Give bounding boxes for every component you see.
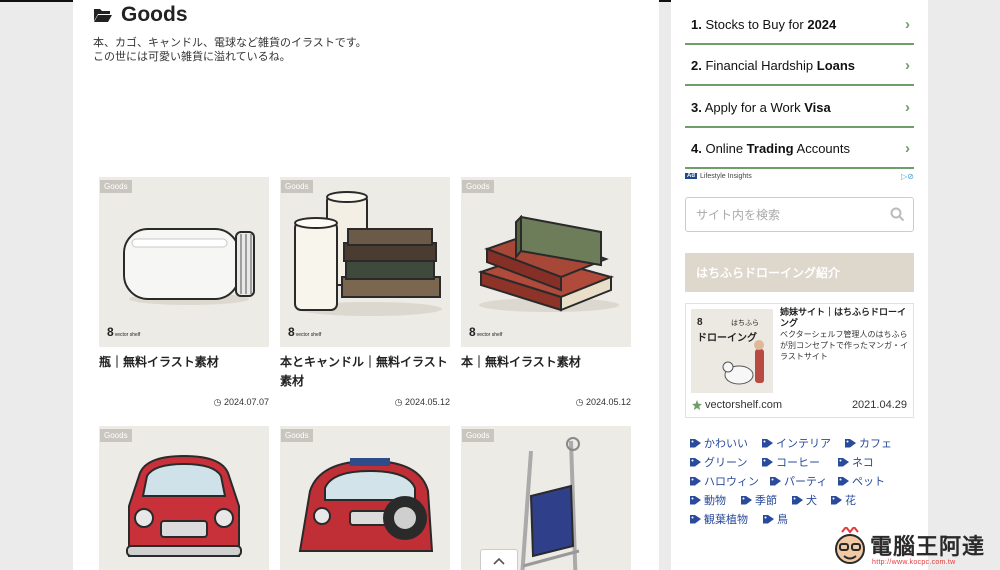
sidebar-heading: はちふらドローイング紹介	[685, 253, 914, 292]
sister-site-date: 2021.04.29	[851, 399, 907, 411]
tag-icon	[831, 496, 842, 505]
brand-logo: 8vector shelf	[288, 325, 322, 339]
post-card[interactable]: Goods 8vector shelf 瓶｜無料イラスト素材 ◷ 2024.07…	[99, 177, 269, 407]
brand-logo: 8vector shelf	[107, 325, 141, 339]
post-card[interactable]: Goods 8vector shelf 本とキャンドル｜無料イラスト素材 ◷ 2…	[280, 177, 450, 407]
watermark-text: 電腦王阿達	[870, 535, 986, 560]
tag-icon	[690, 458, 701, 467]
tag-link[interactable]: 観葉植物	[690, 511, 748, 527]
ad-attribution: Ad Lifestyle Insights ▷⊘	[685, 170, 914, 182]
sister-site-card[interactable]: 8 はちふら ドローイング 姉妹サイト｜はちふらドローイング ベクターシェルフ管…	[685, 303, 914, 418]
tag-icon	[762, 439, 773, 448]
tag-link[interactable]: パーティ	[770, 473, 827, 489]
post-thumbnail[interactable]: Goods 8vector shelf	[99, 177, 269, 347]
tag-link[interactable]: 鳥	[763, 511, 788, 527]
brand-logo: 8vector shelf	[469, 325, 503, 339]
tag-icon	[690, 477, 701, 486]
category-description: 本、カゴ、キャンドル、電球など雑貨のイラストです。 この世には可愛い雑貨に溢れて…	[93, 36, 367, 63]
site-search	[685, 197, 914, 232]
books-illustration	[477, 214, 619, 312]
tag-icon	[792, 496, 803, 505]
chevron-right-icon: ›	[905, 15, 910, 33]
tag-icon	[838, 477, 849, 486]
category-badge[interactable]: Goods	[281, 180, 313, 193]
post-thumbnail[interactable]: Goods	[99, 426, 269, 570]
sister-site-description: ベクターシェルフ管理人のはちふらが別コンセプトで作ったマンガ・イラストサイト	[780, 330, 908, 361]
ranked-link-1[interactable]: 1. Stocks to Buy for 2024 ›	[685, 5, 914, 45]
category-heading: Goods	[121, 3, 188, 26]
post-thumbnail[interactable]: Goods	[280, 426, 450, 570]
tag-icon	[845, 439, 856, 448]
svg-text:はちふら: はちふら	[731, 319, 759, 327]
tag-icon	[762, 458, 773, 467]
tag-link[interactable]: ハロウィン	[690, 473, 759, 489]
post-title[interactable]: 本｜無料イラスト素材	[461, 353, 631, 372]
tag-link[interactable]: ペット	[838, 473, 885, 489]
red-mini-car-illustration	[126, 454, 242, 557]
sister-site-domain[interactable]: vectorshelf.com	[691, 399, 782, 411]
tag-link[interactable]: 花	[831, 492, 856, 508]
tag-icon	[690, 496, 701, 505]
tag-icon	[741, 496, 752, 505]
jar-illustration	[123, 228, 255, 305]
sister-site-title[interactable]: 姉妹サイト｜はちふらドローイング	[780, 308, 910, 330]
category-badge[interactable]: Goods	[462, 429, 494, 442]
tag-link[interactable]: ネコ	[838, 454, 874, 470]
chevron-right-icon: ›	[905, 56, 910, 74]
books-and-candles-illustration	[294, 191, 442, 316]
tag-icon	[690, 439, 701, 448]
main-content: Goods 本、カゴ、キャンドル、電球など雑貨のイラストです。 この世には可愛い…	[73, 0, 659, 570]
category-badge[interactable]: Goods	[281, 429, 313, 442]
tag-icon	[763, 515, 774, 524]
tag-icon	[838, 458, 849, 467]
tag-link[interactable]: コーヒー	[762, 454, 820, 470]
post-date: ◷ 2024.05.12	[394, 397, 450, 407]
tag-link[interactable]: グリーン	[690, 454, 747, 470]
post-title[interactable]: 本とキャンドル｜無料イラスト素材	[280, 353, 450, 391]
ad-badge: Ad	[685, 173, 697, 179]
post-title[interactable]: 瓶｜無料イラスト素材	[99, 353, 269, 372]
tag-icon	[690, 515, 701, 524]
category-badge[interactable]: Goods	[100, 180, 132, 193]
category-badge[interactable]: Goods	[100, 429, 132, 442]
svg-text:8: 8	[697, 317, 703, 328]
folder-open-icon	[94, 9, 112, 22]
chevron-right-icon: ›	[905, 139, 910, 157]
red-mini-car-front-illustration	[298, 458, 434, 552]
watermark-url: http://www.kocpc.com.tw	[872, 559, 956, 566]
svg-text:ドローイング: ドローイング	[697, 331, 757, 344]
sister-site-thumbnail[interactable]: 8 はちふら ドローイング	[691, 309, 773, 393]
ad-source[interactable]: Lifestyle Insights	[700, 173, 752, 180]
category-badge[interactable]: Goods	[462, 180, 494, 193]
search-input[interactable]	[686, 198, 876, 231]
post-card[interactable]: Goods	[99, 426, 269, 570]
tag-link[interactable]: 季節	[741, 492, 777, 508]
tag-link[interactable]: 犬	[792, 492, 817, 508]
star-icon	[692, 400, 702, 410]
chevron-up-icon	[493, 557, 505, 565]
page-margin	[928, 0, 1000, 570]
search-icon[interactable]	[890, 207, 905, 222]
ad-choices-icon[interactable]: ▷⊘	[901, 172, 914, 181]
tag-link[interactable]: インテリア	[762, 435, 831, 451]
ranked-link-2[interactable]: 2. Financial Hardship Loans ›	[685, 46, 914, 86]
watermark: 電腦王阿達 http://www.kocpc.com.tw	[832, 525, 998, 570]
ranked-link-4[interactable]: 4. Online Trading Accounts ›	[685, 129, 914, 169]
post-card[interactable]: Goods	[280, 426, 450, 570]
post-date: ◷ 2024.07.07	[213, 397, 269, 407]
tag-icon	[770, 477, 781, 486]
mascot-face-icon	[835, 527, 865, 564]
ranked-link-3[interactable]: 3. Apply for a Work Visa ›	[685, 88, 914, 128]
chevron-right-icon: ›	[905, 98, 910, 116]
post-thumbnail[interactable]: Goods 8vector shelf	[280, 177, 450, 347]
tag-link[interactable]: かわいい	[690, 435, 748, 451]
tag-link[interactable]: 動物	[690, 492, 726, 508]
tag-link[interactable]: カフェ	[845, 435, 892, 451]
scroll-to-top-button[interactable]	[480, 549, 518, 570]
drawing-site-illustration: 8 はちふら ドローイング	[691, 309, 773, 393]
post-thumbnail[interactable]: Goods 8vector shelf	[461, 177, 631, 347]
post-date: ◷ 2024.05.12	[575, 397, 631, 407]
post-card[interactable]: Goods 8vector shelf 本｜無料イラスト素材 ◷ 2024.05…	[461, 177, 631, 407]
page-title: Goods	[93, 3, 188, 27]
